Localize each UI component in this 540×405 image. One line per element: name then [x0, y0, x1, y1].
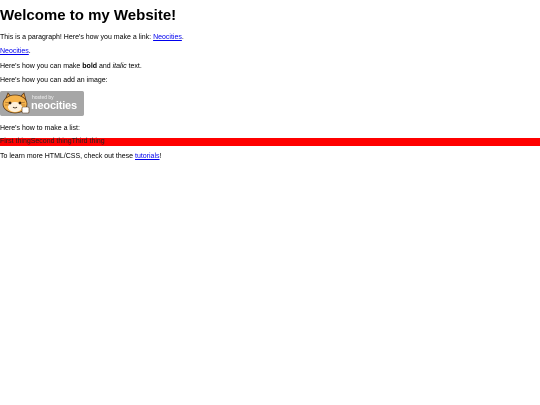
- things-list: First thing Second thing Third thing: [0, 138, 540, 146]
- list-item: Third thing: [71, 138, 105, 145]
- page-title: Welcome to my Website!: [0, 7, 177, 24]
- neocities-link[interactable]: Neocities: [153, 34, 182, 41]
- image-paragraph: Here's how you can add an image:: [0, 77, 108, 84]
- italic-word: italic: [112, 63, 127, 70]
- bold-italic-paragraph: Here's how you can make bold and italic …: [0, 62, 142, 71]
- second-end: .: [28, 48, 31, 55]
- second-paragraph: Neocities.: [0, 47, 31, 56]
- hosted-by-neocities-badge[interactable]: hosted by neocities: [0, 91, 84, 116]
- intro-paragraph: This is a paragraph! Here's how you make…: [0, 33, 184, 42]
- intro-end: .: [181, 34, 184, 41]
- neocities-cat-logo-icon: [2, 92, 30, 114]
- bold-mid: and: [97, 63, 113, 70]
- list-item: First thing: [0, 138, 31, 145]
- list-item: Second thing: [30, 138, 72, 145]
- list-paragraph: Here's how to make a list:: [0, 125, 80, 132]
- neocities-link-2[interactable]: Neocities: [0, 48, 29, 55]
- bold-prefix: Here's how you can make: [0, 63, 83, 70]
- learn-text: To learn more HTML/CSS, check out these: [0, 153, 135, 160]
- badge-brand-text: neocities: [31, 100, 77, 112]
- learn-end: !: [159, 153, 162, 160]
- bold-word: bold: [82, 63, 98, 70]
- intro-text: This is a paragraph! Here's how you make…: [0, 34, 154, 41]
- bold-suffix: text.: [126, 63, 142, 70]
- tutorials-link[interactable]: tutorials: [135, 153, 160, 160]
- learn-paragraph: To learn more HTML/CSS, check out these …: [0, 152, 161, 161]
